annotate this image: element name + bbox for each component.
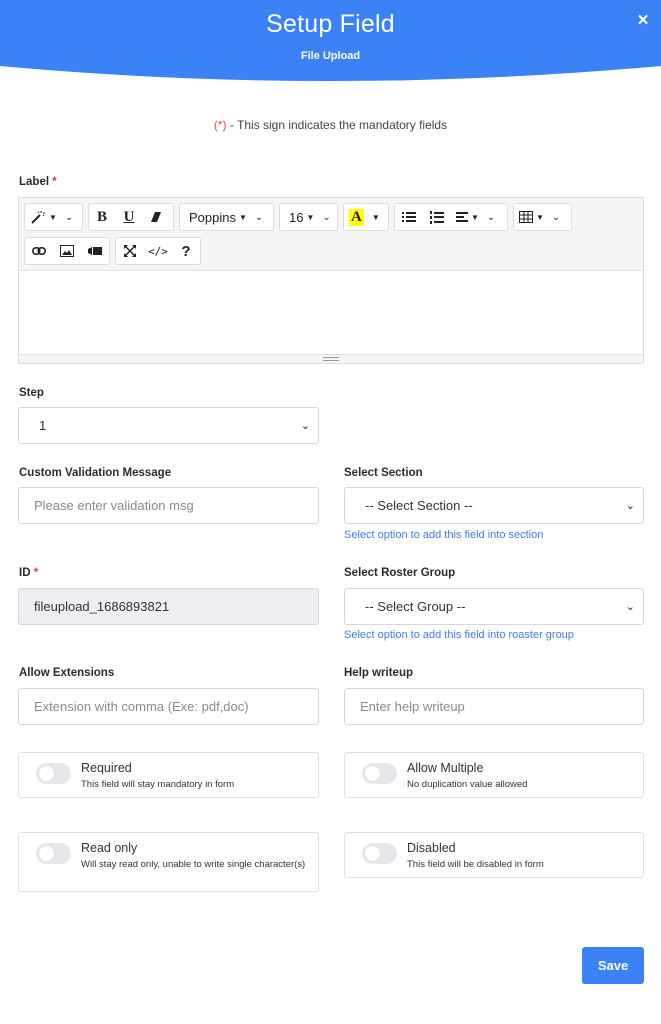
eraser-button[interactable] (143, 204, 169, 230)
font-style-group: B U (88, 203, 174, 231)
allow-extensions-label: Allow Extensions (19, 667, 115, 679)
picture-button[interactable] (53, 238, 81, 264)
required-toggle-desc: This field will stay mandatory in form (81, 779, 235, 790)
read-only-toggle-title: Read only (81, 841, 138, 855)
help-writeup-input[interactable]: Enter help writeup (344, 688, 644, 725)
font-family-group: Poppins ▼ ⌄ (179, 203, 274, 231)
required-toggle-title: Required (81, 761, 132, 775)
table-icon (519, 211, 533, 223)
toggle-knob (365, 846, 380, 861)
allow-multiple-toggle-card: Allow Multiple No duplication value allo… (344, 752, 644, 798)
help-writeup-label: Help writeup (344, 667, 414, 679)
magic-group: ▼ ⌄ (24, 203, 83, 231)
disabled-toggle-desc: This field will be disabled in form (407, 859, 544, 870)
mandatory-sign: (*) (213, 118, 227, 132)
allow-multiple-toggle[interactable] (362, 763, 397, 784)
id-input[interactable]: fileupload_1686893821 (18, 588, 319, 625)
disabled-toggle[interactable] (362, 843, 397, 864)
align-dropdown[interactable]: ▼ ⌄ (451, 204, 500, 230)
disabled-toggle-card: Disabled This field will be disabled in … (344, 832, 644, 878)
required-toggle[interactable] (36, 763, 71, 784)
step-select[interactable]: 1 ⌄ (18, 407, 319, 444)
chevron-down-icon: ⌄ (625, 601, 635, 613)
video-icon (88, 247, 102, 255)
read-only-toggle[interactable] (36, 843, 71, 864)
magic-wand-icon (31, 211, 45, 224)
font-size-value: 16 (289, 209, 304, 225)
toggle-knob (365, 766, 380, 781)
required-toggle-card: Required This field will stay mandatory … (18, 752, 319, 798)
font-family-dropdown[interactable]: Poppins ▼ ⌄ (180, 204, 268, 230)
font-color-button[interactable]: A ▼ (344, 204, 385, 230)
rich-text-editor: ▼ ⌄ B U Poppins ▼ ⌄ 16 ▼ ⌄ A ▼ ▼ ⌄ ▼ ⌄ <… (18, 197, 644, 364)
video-button[interactable] (81, 238, 109, 264)
unordered-list-icon (402, 212, 416, 222)
font-color-icon: A (349, 208, 364, 226)
bold-button[interactable]: B (89, 204, 115, 230)
roster-group-helper: Select option to add this field into roa… (344, 629, 574, 641)
toggle-knob (39, 846, 54, 861)
read-only-toggle-desc: Will stay read only, unable to write sin… (81, 859, 306, 870)
id-label-text: ID (19, 567, 31, 579)
link-icon (32, 247, 46, 255)
font-size-dropdown[interactable]: 16 ▼ ⌄ (280, 204, 336, 230)
allow-extensions-input[interactable]: Extension with comma (Exe: pdf,doc) (18, 688, 319, 725)
unordered-list-button[interactable] (395, 204, 423, 230)
modal-subtitle: File Upload (300, 50, 361, 62)
allow-multiple-toggle-title: Allow Multiple (407, 761, 484, 775)
modal-header: Setup Field File Upload × (0, 0, 661, 84)
disabled-toggle-title: Disabled (407, 841, 456, 855)
fullscreen-button[interactable] (116, 238, 144, 264)
select-section-dropdown[interactable]: -- Select Section -- ⌄ (344, 487, 644, 524)
link-button[interactable] (25, 238, 53, 264)
save-button[interactable]: Save (582, 947, 644, 984)
roster-group-value: -- Select Group -- (365, 599, 466, 614)
align-left-icon (456, 211, 468, 222)
label-text: Label (19, 176, 50, 188)
allow-multiple-toggle-desc: No duplication value allowed (407, 779, 528, 790)
eraser-icon (151, 212, 161, 222)
help-button[interactable]: ? (172, 238, 200, 264)
color-group: A ▼ (343, 203, 389, 231)
paragraph-group: ▼ ⌄ (394, 203, 508, 231)
toggle-knob (39, 766, 54, 781)
close-icon[interactable]: × (633, 11, 653, 31)
roster-group-dropdown[interactable]: -- Select Group -- ⌄ (344, 588, 644, 625)
underline-button[interactable]: U (115, 204, 143, 230)
editor-content-area[interactable] (19, 271, 643, 355)
ordered-list-button[interactable] (423, 204, 451, 230)
picture-icon (60, 245, 74, 257)
view-group: </> ? (115, 237, 201, 265)
required-mark: * (52, 176, 57, 188)
custom-validation-label: Custom Validation Message (19, 467, 172, 479)
label-field-label: Label * (19, 176, 57, 188)
mandatory-note-text: - This sign indicates the mandatory fiel… (226, 118, 448, 132)
mandatory-note: (*) - This sign indicates the mandatory … (0, 118, 661, 132)
insert-group (24, 237, 110, 265)
read-only-toggle-card: Read only Will stay read only, unable to… (18, 832, 319, 892)
required-mark: * (33, 567, 39, 579)
select-section-value: -- Select Section -- (365, 498, 473, 513)
font-family-value: Poppins (189, 209, 236, 225)
step-value: 1 (39, 418, 47, 433)
table-group: ▼ ⌄ (513, 203, 572, 231)
fullscreen-icon (124, 245, 136, 257)
chevron-down-icon: ⌄ (625, 500, 635, 512)
code-view-button[interactable]: </> (144, 238, 172, 264)
id-label: ID * (19, 567, 38, 579)
select-section-helper: Select option to add this field into sec… (344, 529, 544, 541)
modal-title: Setup Field (266, 10, 395, 38)
ordered-list-icon (430, 210, 444, 224)
editor-toolbar: ▼ ⌄ B U Poppins ▼ ⌄ 16 ▼ ⌄ A ▼ ▼ ⌄ ▼ ⌄ <… (19, 198, 643, 271)
font-size-group: 16 ▼ ⌄ (279, 203, 338, 231)
roster-group-label: Select Roster Group (344, 567, 456, 579)
table-dropdown[interactable]: ▼ ⌄ (514, 204, 565, 230)
editor-resize-bar[interactable] (19, 354, 643, 363)
step-label: Step (19, 387, 44, 399)
resize-grip-icon[interactable] (323, 357, 339, 361)
chevron-down-icon: ⌄ (300, 420, 310, 432)
select-section-label: Select Section (344, 467, 423, 479)
style-dropdown[interactable]: ▼ ⌄ (25, 204, 78, 230)
custom-validation-input[interactable]: Please enter validation msg (18, 487, 319, 524)
